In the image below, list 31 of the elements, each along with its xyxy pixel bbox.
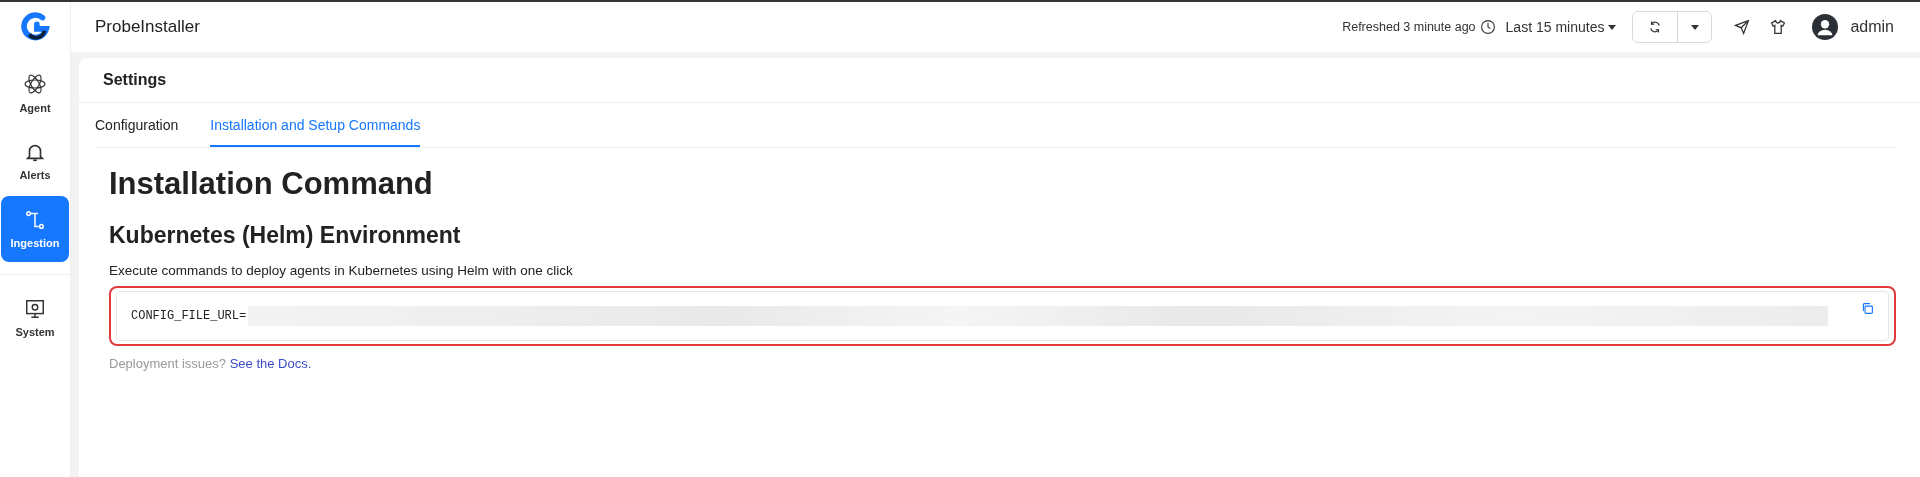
paper-plane-icon [1734, 19, 1751, 35]
tab[interactable]: Configuration [95, 103, 179, 147]
card-title: Settings [103, 71, 167, 89]
copy-icon [1861, 302, 1874, 315]
description: Execute commands to deploy agents in Kubernetes using Helm with one click [109, 263, 574, 278]
atom-icon [23, 72, 47, 96]
caret-icon [1690, 24, 1699, 30]
shirt-icon [1770, 19, 1787, 35]
route-icon [24, 209, 46, 231]
avatar-icon [1812, 14, 1839, 40]
docs-link[interactable]: See the Docs. [229, 356, 312, 371]
user-menu[interactable]: admin [1806, 13, 1900, 41]
command-text: CONFIG_FILE_URL= [131, 309, 247, 323]
sidebar-item[interactable]: Agent [1, 60, 69, 126]
section-heading: Kubernetes (Helm) Environment [109, 222, 462, 249]
refresh-icon [1648, 20, 1663, 34]
clock-icon [1479, 19, 1496, 35]
copy-button[interactable] [1861, 302, 1874, 315]
time-range-dropdown[interactable]: Last 15 minutes [1499, 18, 1623, 36]
refresh-status: Refreshed 3 minute ago [1342, 20, 1476, 34]
tab[interactable]: Installation and Setup Commands [210, 103, 421, 147]
refresh-interval-dropdown[interactable] [1677, 12, 1712, 42]
sidebar-item[interactable]: Ingestion [1, 196, 69, 262]
help-text: Deployment issues? [109, 356, 227, 371]
sidebar-item[interactable]: Alerts [1, 128, 69, 194]
monitor-icon [24, 298, 46, 320]
caret-icon [1608, 24, 1617, 30]
sidebar-item[interactable]: System [1, 285, 69, 351]
app-title: ProbeInstaller [95, 17, 200, 37]
page-heading: Installation Command [109, 166, 434, 202]
logo-icon [20, 12, 50, 42]
